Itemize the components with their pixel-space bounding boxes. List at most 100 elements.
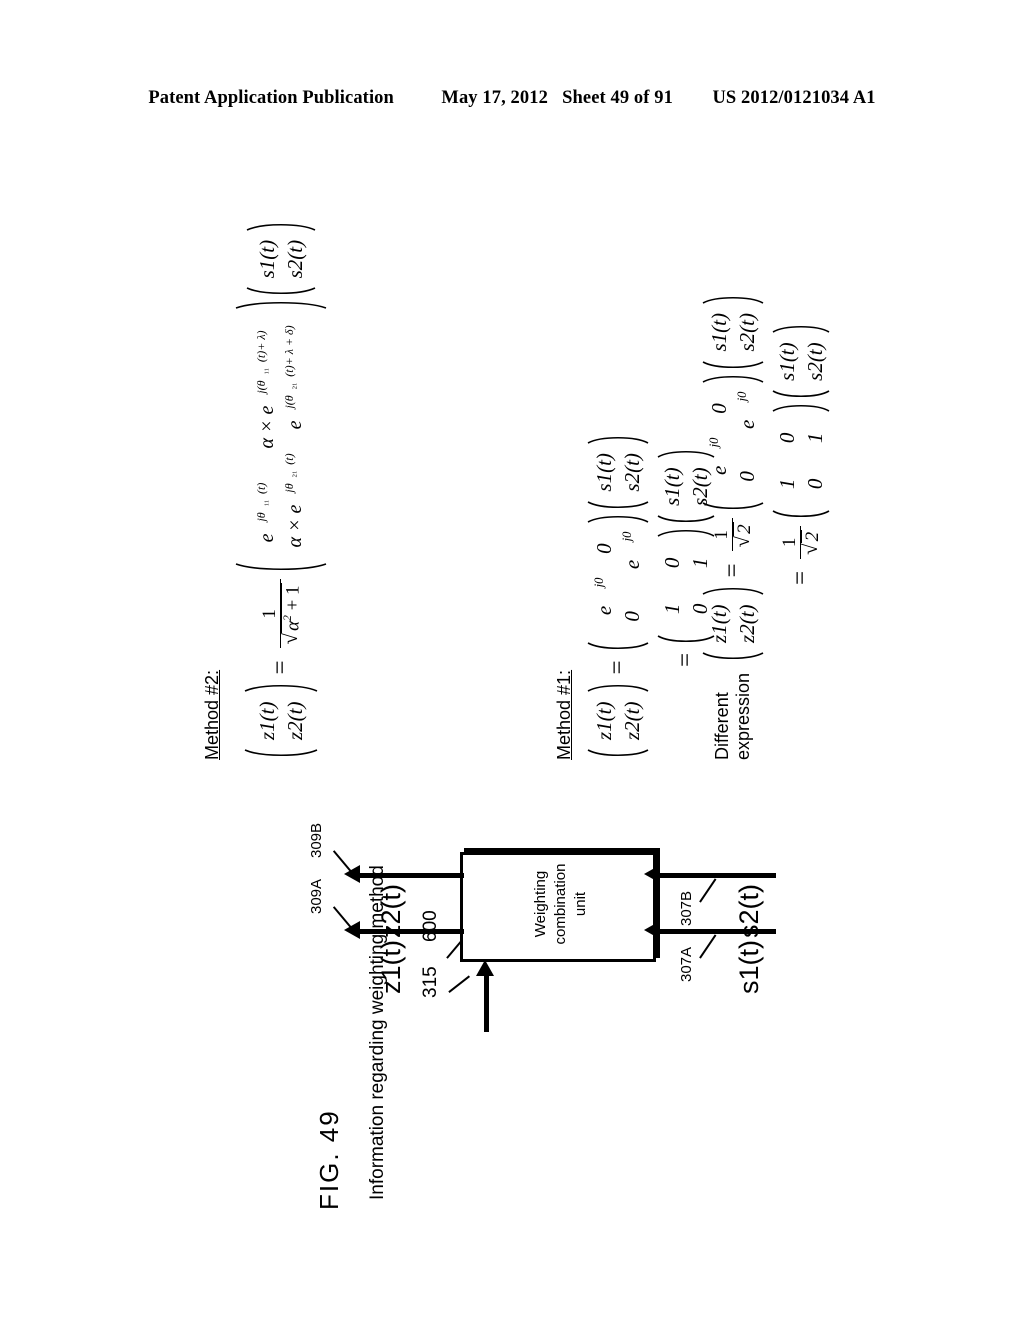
right-paren [587, 433, 649, 444]
m1-mat-a11: ej0 [591, 577, 616, 616]
header-date: May 17, 2012 [441, 88, 548, 108]
left-paren [702, 360, 764, 372]
left-paren [235, 563, 327, 574]
cell: 0 ej0 [618, 526, 646, 640]
vector-cells: s1(t) s2(t) [772, 333, 831, 390]
diff-scalar-denominator: √ 2 [730, 518, 756, 552]
diff-id-a12: 0 [774, 432, 799, 444]
diff-scalar-fraction: 1 √ 2 [710, 518, 756, 552]
m2-lhs-r2: z2(t) [283, 701, 307, 741]
diff-mat-a21: 0 [735, 471, 759, 482]
m2-equals: = [267, 660, 294, 675]
right-paren [702, 584, 764, 596]
m2-scalar-denominator: √ α2 + 1 [277, 579, 304, 649]
cell: s2(t) [801, 336, 829, 387]
left-paren [587, 749, 649, 760]
m1-src2-r1: s1(t) [659, 467, 684, 506]
m1-id-a11: 1 [659, 603, 684, 615]
different-expression-title: Different expression [712, 673, 753, 760]
method-2-line-1: z1(t) z2(t) = 1 √ α2 + 1 ejθ11(t) α × ej… [235, 220, 327, 760]
right-paren [587, 512, 649, 523]
cell: s2(t) [733, 307, 761, 358]
weighting-combination-unit-label: Weighting combination unit [463, 849, 659, 959]
input-label-s2: s2(t) [734, 884, 764, 938]
header-docnumber: US 2012/0121034 A1 [712, 88, 876, 108]
left-paren [587, 642, 649, 653]
m2-radicand: α2 + 1 [280, 583, 304, 633]
m2-src-r1: s1(t) [254, 239, 279, 279]
right-paren [235, 298, 327, 310]
m1-mat-a12: 0 [591, 543, 616, 554]
right-paren [246, 220, 316, 231]
diff-mat-a11: ej0 [706, 437, 731, 475]
reference-numeral-315: 315 [420, 966, 441, 998]
m1-lhs-r2: z2(t) [620, 701, 644, 741]
diff-line-2: = 1 √ 2 1 0 0 1 s1(t) s2(t) [772, 293, 830, 592]
output-reference-309B: 309B [308, 822, 325, 858]
m2-lhs-r1: z1(t) [254, 701, 279, 741]
cell: ej0 0 [705, 386, 733, 500]
diff-mat-a22: ej0 [735, 391, 759, 429]
vector-cells: z1(t) z2(t) [252, 693, 311, 750]
diff-identity-matrix: 1 0 0 1 [772, 401, 830, 521]
left-paren [587, 500, 649, 512]
diff-src-r2: s2(t) [735, 313, 759, 352]
input-line-s2 [658, 873, 776, 878]
m1-mat-a21: 0 [620, 611, 644, 622]
cell: α × ejθ21(t) ej(θ21(t)+ λ + δ) [281, 313, 309, 559]
diff-line-1: Different expression z1(t) z2(t) = 1 √2 [702, 293, 764, 760]
block-label-line-3: unit [572, 891, 590, 917]
m1-id-a12: 0 [659, 557, 684, 569]
left-paren [702, 502, 764, 513]
sqrt-icon: √ 2 [798, 529, 824, 555]
right-paren [702, 293, 764, 304]
cell: s1(t) [705, 307, 733, 358]
cell: ejθ11(t) α × ej(θ11(t)+ λ) [253, 313, 281, 559]
equation-method-1: Method #1: z1(t) z2(t) = ej0 0 0 ej0 s1(… [554, 433, 715, 760]
cell: 1 0 [658, 540, 686, 632]
input-label-s1: s1(t) [734, 940, 764, 994]
left-paren [246, 287, 316, 298]
m1-lhs-r1: z1(t) [591, 701, 616, 741]
cell: 1 0 [773, 415, 801, 507]
right-paren [587, 682, 649, 693]
reference-numeral-600: 600 [420, 910, 441, 942]
cell: z2(t) [281, 696, 309, 747]
control-signal-line [484, 976, 489, 1032]
vector-cells: s1(t) s2(t) [252, 231, 311, 288]
method-2-scalar-fraction: 1 √ α2 + 1 [258, 579, 304, 649]
right-paren [702, 372, 764, 383]
diff-matrix-exp: ej0 0 0 ej0 [702, 372, 764, 514]
method-2-title: Method #2: [202, 669, 222, 760]
diff-scalar-numerator: 1 [710, 530, 732, 540]
diff-scalar2-numerator: 1 [778, 537, 800, 548]
page-header: Patent Application Publication May 17, 2… [0, 88, 1024, 109]
diff-lhs-r2: z2(t) [735, 604, 759, 643]
m2-mat-a22: ej(θ21(t)+ λ + δ) [282, 325, 306, 430]
diff-id-a22: 1 [803, 432, 827, 444]
matrix-cells: 1 0 0 1 [772, 412, 831, 510]
output-line-z2 [358, 873, 464, 878]
diff-equals-1: = [719, 563, 746, 578]
sqrt-icon: √ α2 + 1 [277, 583, 304, 645]
method-1-source-vector: s1(t) s2(t) [587, 433, 649, 512]
vector-cells: s1(t) s2(t) [704, 304, 763, 361]
method-2-source-vector: s1(t) s2(t) [246, 220, 316, 299]
cell: s1(t) [658, 461, 686, 512]
left-paren [772, 510, 830, 521]
m2-scalar-numerator: 1 [258, 609, 280, 619]
block-label-line-1: Weighting [531, 870, 549, 938]
cell: ej0 0 [590, 526, 618, 640]
header-publication: Patent Application Publication [148, 88, 394, 108]
left-paren [772, 390, 830, 401]
diff-equals-2: = [787, 570, 814, 585]
method-1-matrix-exp: ej0 0 0 ej0 [587, 512, 649, 654]
weighting-combination-unit-block: Weighting combination unit [460, 852, 656, 962]
diff-src2-r1: s1(t) [774, 342, 799, 381]
cell: s1(t) [590, 447, 618, 498]
cell: z2(t) [618, 696, 646, 747]
cell: s2(t) [281, 234, 309, 285]
method-2-matrix: ejθ11(t) α × ej(θ11(t)+ λ) α × ejθ21(t) … [235, 298, 327, 574]
diff-source-vector: s1(t) s2(t) [702, 293, 764, 372]
vector-cells: z1(t) z2(t) [704, 595, 763, 652]
